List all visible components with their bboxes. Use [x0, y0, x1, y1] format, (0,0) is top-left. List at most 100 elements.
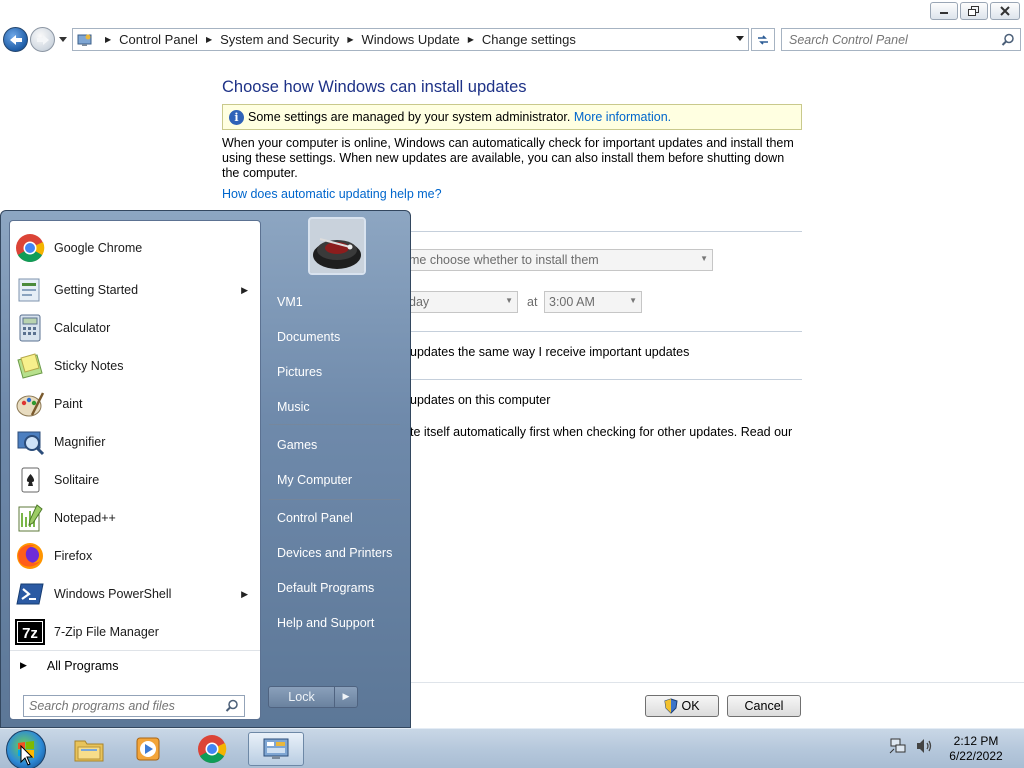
info-icon: i — [229, 109, 244, 125]
breadcrumb-item-windows-update[interactable]: ▶ Windows Update — [339, 32, 459, 47]
cancel-button[interactable]: Cancel — [727, 695, 801, 717]
clock-date: 6/22/2022 — [949, 749, 1003, 763]
title-bar — [0, 0, 1024, 24]
start-search-box[interactable] — [23, 695, 245, 717]
media-player-icon — [136, 737, 160, 761]
program-label: Magnifier — [54, 435, 106, 449]
forward-button[interactable] — [30, 27, 55, 52]
start-item-documents[interactable]: Documents — [268, 321, 404, 352]
start-item-games[interactable]: Games — [268, 429, 404, 460]
minimize-button[interactable] — [930, 2, 958, 20]
cancel-label: Cancel — [744, 699, 784, 713]
shutdown-options-button[interactable]: ▶ — [335, 686, 358, 708]
taskbar-chrome[interactable] — [190, 732, 234, 766]
search-icon — [1001, 33, 1014, 46]
program-item-magnifier[interactable]: Magnifier — [12, 424, 258, 460]
start-item-music[interactable]: Music — [268, 391, 404, 422]
all-programs-button[interactable]: ▶ All Programs — [10, 650, 260, 680]
start-item-control-panel[interactable]: Control Panel — [268, 502, 404, 533]
start-item-label: Help and Support — [277, 615, 375, 630]
start-item-label: Documents — [277, 329, 341, 344]
program-item-sticky-notes[interactable]: Sticky Notes — [12, 348, 258, 384]
program-label: Paint — [54, 397, 83, 411]
lock-button[interactable]: Lock — [268, 686, 335, 708]
taskbar-explorer[interactable] — [67, 732, 111, 766]
search-control-panel[interactable] — [781, 28, 1021, 51]
program-label: Notepad++ — [54, 511, 116, 525]
start-item-label: Music — [277, 399, 310, 414]
start-item-label: VM1 — [277, 294, 303, 309]
taskbar-control-panel[interactable] — [248, 732, 304, 766]
program-item-getting-started[interactable]: Getting Started ▶ — [12, 272, 258, 308]
close-button[interactable] — [990, 2, 1020, 20]
start-item-pictures[interactable]: Pictures — [268, 356, 404, 387]
all-programs-label: All Programs — [46, 658, 119, 673]
search-input[interactable] — [789, 32, 994, 47]
notepadpp-icon — [14, 502, 46, 534]
volume-icon[interactable] — [915, 737, 933, 755]
admin-notice-bar: i Some settings are managed by your syst… — [222, 104, 802, 130]
start-item-my-computer[interactable]: My Computer — [268, 464, 404, 495]
start-item-default-programs[interactable]: Default Programs — [268, 572, 404, 603]
start-item-devices-and-printers[interactable]: Devices and Printers — [268, 537, 404, 568]
breadcrumb-item-system-and-security[interactable]: ▶ System and Security — [198, 32, 339, 47]
svg-text:7z: 7z — [22, 625, 38, 642]
chevron-down-icon: ▼ — [629, 296, 637, 305]
program-item-paint[interactable]: Paint — [12, 386, 258, 422]
back-button[interactable] — [3, 27, 28, 52]
program-item-windows-powershell[interactable]: Windows PowerShell ▶ — [12, 576, 258, 612]
more-information-link[interactable]: More information. — [574, 110, 671, 124]
program-label: Sticky Notes — [54, 359, 124, 373]
install-time-dropdown[interactable]: 3:00 AM ▼ — [544, 291, 642, 313]
address-dropdown-button[interactable] — [736, 34, 744, 44]
chrome-icon — [14, 232, 46, 264]
program-item-firefox[interactable]: Firefox — [12, 538, 258, 574]
magnifier-icon — [14, 426, 46, 458]
program-item-solitaire[interactable]: Solitaire — [12, 462, 258, 498]
paint-icon — [14, 388, 46, 420]
system-tray — [889, 737, 933, 755]
ok-button[interactable]: OK — [645, 695, 719, 717]
calculator-icon — [14, 312, 46, 344]
all-programs-arrow-icon: ▶ — [20, 660, 27, 670]
ok-label: OK — [681, 699, 700, 713]
powershell-icon — [14, 578, 46, 610]
install-day-dropdown[interactable]: day ▼ — [404, 291, 518, 313]
program-item-calculator[interactable]: Calculator — [12, 310, 258, 346]
address-bar: ▶ Control Panel ▶ System and Security ▶ Win… — [0, 24, 1024, 54]
start-item-help-and-support[interactable]: Help and Support — [268, 607, 404, 638]
help-link[interactable]: How does automatic updating help me? — [222, 187, 442, 201]
who-can-install-text: updates on this computer — [410, 393, 551, 407]
program-item-7-zip-file-manager[interactable]: 7z 7-Zip File Manager — [12, 614, 258, 650]
program-label: 7-Zip File Manager — [54, 625, 159, 639]
network-icon[interactable] — [889, 737, 907, 755]
breadcrumb-label: Windows Update — [361, 32, 460, 47]
chrome-icon — [198, 735, 227, 763]
chevron-right-icon: ▶ — [342, 692, 350, 702]
shield-icon — [664, 698, 679, 714]
start-search-input[interactable] — [29, 699, 219, 713]
start-menu-separator — [269, 499, 400, 500]
refresh-button[interactable] — [751, 28, 775, 51]
user-picture[interactable] — [308, 217, 366, 275]
clock-time: 2:12 PM — [953, 734, 999, 748]
forward-arrow-icon — [36, 34, 49, 45]
control-panel-icon — [263, 738, 289, 759]
start-item-vm1[interactable]: VM1 — [268, 286, 404, 317]
refresh-icon — [758, 34, 768, 45]
taskbar: 2:12 PM 6/22/2022 — [0, 728, 1024, 768]
breadcrumb-item-change-settings[interactable]: ▶ Change settings — [460, 32, 576, 47]
taskbar-clock[interactable]: 2:12 PM 6/22/2022 — [936, 734, 1016, 764]
getting-started-icon — [14, 274, 46, 306]
important-updates-dropdown[interactable]: me choose whether to install them ▼ — [404, 249, 713, 271]
taskbar-media-player[interactable] — [127, 732, 171, 766]
divider — [411, 379, 802, 380]
program-item-notepad-plus-plus[interactable]: Notepad++ — [12, 500, 258, 536]
breadcrumb-item-control-panel[interactable]: ▶ Control Panel — [97, 32, 198, 47]
start-item-label: Default Programs — [277, 580, 375, 595]
7zip-icon: 7z — [14, 616, 46, 648]
maximize-button[interactable] — [960, 2, 988, 20]
recent-pages-button[interactable] — [58, 32, 68, 46]
program-item-google-chrome[interactable]: Google Chrome — [12, 230, 258, 266]
description-text: When your computer is online, Windows ca… — [222, 136, 794, 180]
